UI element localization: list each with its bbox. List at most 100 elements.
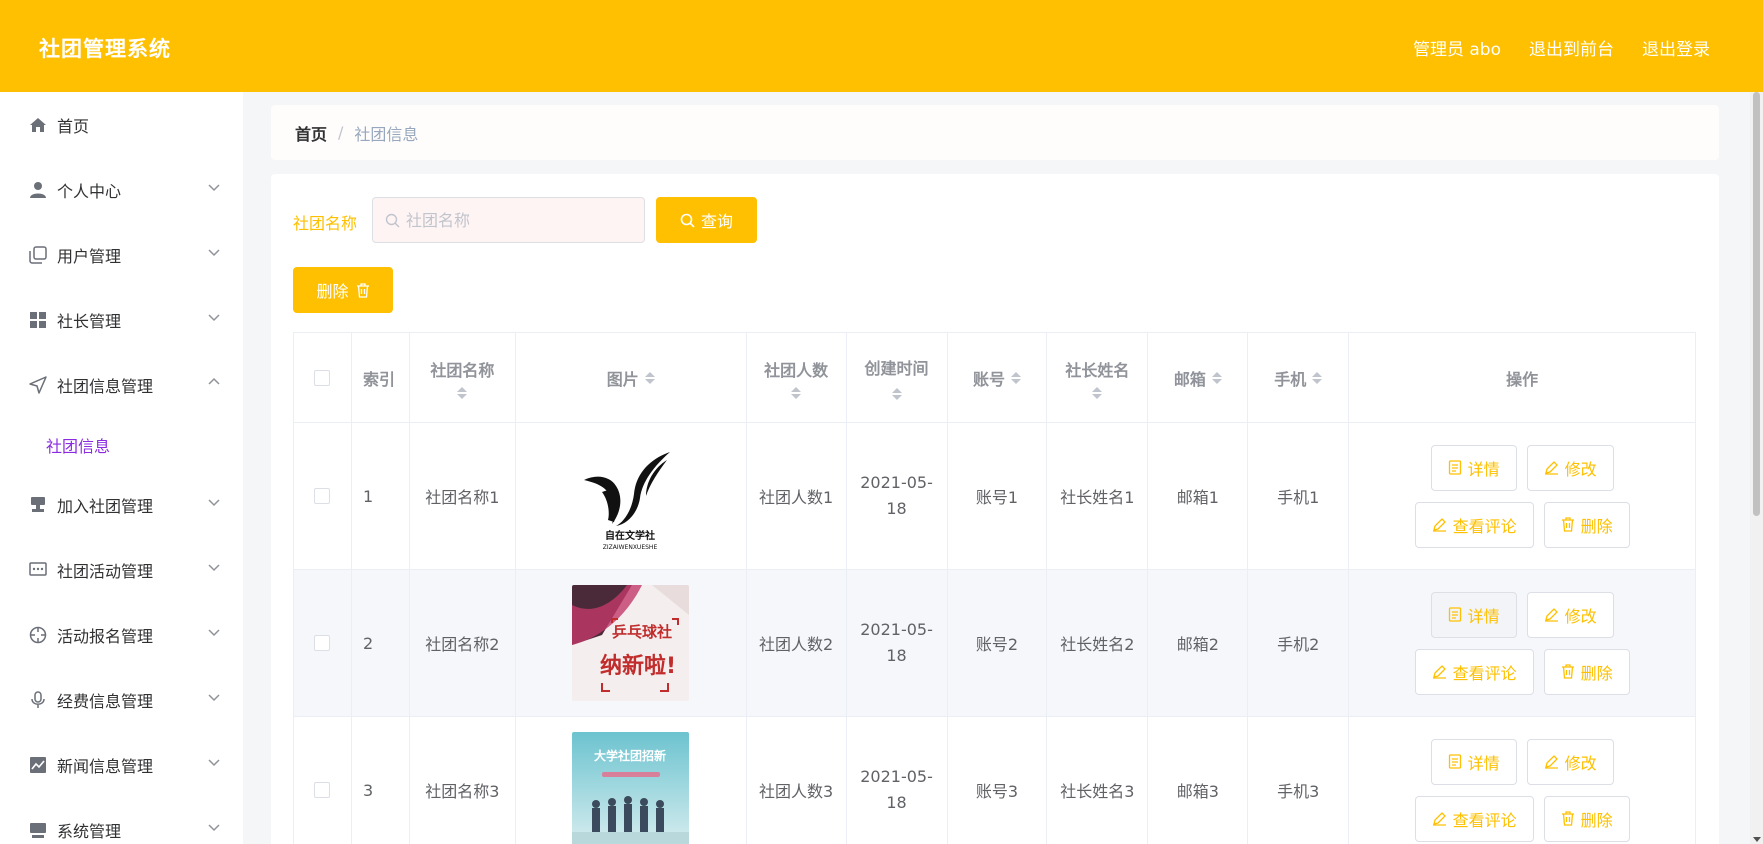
detail-button[interactable]: 详情 — [1430, 444, 1517, 491]
delete-button[interactable]: 删除 — [1543, 501, 1630, 548]
edit-button[interactable]: 修改 — [1526, 444, 1614, 491]
monitor-icon — [28, 820, 47, 839]
detail-button[interactable]: 详情 — [1430, 738, 1517, 785]
header-members[interactable]: 社团人数 — [746, 333, 847, 423]
sort-icon[interactable] — [891, 387, 902, 400]
club-info-table: 索引 社团名称 图片 社团人数 创建时间 账号 社长姓名 邮箱 手机 操作 1 … — [293, 332, 1696, 844]
cell-actions: 详情 修改 查看评论 删除 — [1349, 570, 1696, 717]
row-checkbox[interactable] — [314, 782, 331, 798]
sort-icon[interactable] — [1211, 371, 1222, 384]
edit-button[interactable]: 修改 — [1526, 591, 1614, 638]
cell-index: 2 — [351, 570, 410, 717]
logout-link[interactable]: 退出登录 — [1642, 35, 1710, 60]
cell-email: 邮箱2 — [1148, 570, 1249, 717]
delete-button[interactable]: 删除 — [1543, 795, 1630, 842]
sidebar-item-funding-management[interactable]: 经费信息管理 — [0, 667, 243, 732]
view-comments-button[interactable]: 查看评论 — [1414, 795, 1534, 842]
cell-members: 社团人数2 — [746, 570, 847, 717]
header-phone[interactable]: 手机 — [1248, 333, 1350, 423]
edit-button[interactable]: 修改 — [1526, 738, 1614, 785]
cell-members: 社团人数3 — [747, 717, 847, 844]
edit-icon — [1544, 608, 1558, 622]
sort-icon[interactable] — [644, 371, 655, 384]
document-icon — [1448, 607, 1461, 622]
sidebar-item-news-management[interactable]: 新闻信息管理 — [0, 732, 243, 797]
header-leader-label: 社长姓名 — [1065, 360, 1130, 380]
header-select-all — [294, 333, 352, 423]
view-comments-button[interactable]: 查看评论 — [1414, 501, 1534, 548]
cell-created: 2021-05-18 — [846, 570, 948, 717]
scrollbar-thumb[interactable] — [1753, 92, 1760, 516]
chat-dots-icon — [28, 560, 47, 579]
sidebar: 首页 个人中心 用户管理 社长管理 社团信息管理 社团信息 加入社团管理 社团活… — [0, 92, 243, 844]
image-caption-en: ZIZAIWENXUESHE — [603, 544, 658, 551]
select-all-checkbox[interactable] — [314, 369, 331, 386]
sidebar-subitem-club-info[interactable]: 社团信息 — [0, 417, 243, 472]
main-content: 首页 / 社团信息 社团名称 查询 删除 索引 社团名称 — [243, 92, 1763, 844]
sidebar-item-label: 加入社团管理 — [57, 496, 154, 516]
sort-icon[interactable] — [1092, 386, 1103, 399]
header-club-name[interactable]: 社团名称 — [409, 333, 516, 423]
chevron-down-icon — [208, 184, 220, 192]
grid-icon — [28, 310, 47, 329]
row-checkbox[interactable] — [314, 635, 331, 651]
header-account[interactable]: 账号 — [947, 333, 1048, 423]
row-select-cell — [294, 423, 352, 570]
detail-label: 详情 — [1467, 753, 1500, 773]
document-icon — [1448, 754, 1461, 769]
row-select-cell — [294, 717, 352, 844]
trash-icon — [1561, 664, 1574, 679]
header-email[interactable]: 邮箱 — [1148, 333, 1249, 423]
sidebar-item-club-activity-management[interactable]: 社团活动管理 — [0, 537, 243, 602]
breadcrumb-home[interactable]: 首页 — [295, 121, 327, 145]
sidebar-item-join-club-management[interactable]: 加入社团管理 — [0, 472, 243, 537]
header-created-label: 创建时间 — [864, 358, 929, 378]
view-comments-button[interactable]: 查看评论 — [1414, 648, 1534, 695]
chevron-down-icon — [208, 499, 220, 507]
search-input[interactable] — [406, 210, 626, 230]
edit-icon — [1432, 518, 1446, 532]
delete-label: 删除 — [1580, 516, 1613, 536]
delete-label: 删除 — [1580, 810, 1613, 830]
exit-to-frontend-link[interactable]: 退出到前台 — [1529, 35, 1614, 60]
row-checkbox[interactable] — [314, 488, 331, 504]
sidebar-item-personal-center[interactable]: 个人中心 — [0, 157, 243, 222]
header-index-label: 索引 — [362, 369, 395, 389]
header-account-label: 账号 — [972, 369, 1005, 389]
cell-account: 账号2 — [947, 570, 1048, 717]
query-button[interactable]: 查询 — [656, 197, 757, 243]
admin-user-link[interactable]: 管理员 abo — [1413, 35, 1501, 60]
created-value: 2021-05-18 — [860, 767, 933, 812]
sidebar-item-user-management[interactable]: 用户管理 — [0, 222, 243, 287]
chevron-down-icon — [208, 824, 220, 832]
sort-icon[interactable] — [1010, 371, 1021, 384]
sidebar-item-leader-management[interactable]: 社长管理 — [0, 287, 243, 352]
edit-label: 修改 — [1564, 753, 1597, 773]
cell-members: 社团人数1 — [746, 423, 847, 570]
batch-delete-button[interactable]: 删除 — [293, 267, 393, 313]
edit-label: 修改 — [1564, 459, 1597, 479]
crosshair-icon — [28, 625, 47, 644]
scroll-down-arrow-icon[interactable] — [1753, 837, 1761, 842]
sidebar-item-activity-signup-management[interactable]: 活动报名管理 — [0, 602, 243, 667]
header-image[interactable]: 图片 — [515, 333, 747, 423]
search-icon — [680, 213, 695, 228]
detail-button[interactable]: 详情 — [1430, 591, 1517, 638]
header-index: 索引 — [351, 333, 410, 423]
sidebar-item-club-info-management[interactable]: 社团信息管理 — [0, 352, 243, 417]
sort-icon[interactable] — [1312, 371, 1323, 384]
sidebar-item-system-management[interactable]: 系统管理 — [0, 797, 243, 844]
search-box — [372, 197, 645, 243]
user-icon — [28, 180, 47, 199]
sort-icon[interactable] — [457, 386, 468, 399]
sidebar-item-home[interactable]: 首页 — [0, 92, 243, 157]
copy-icon — [28, 245, 47, 264]
delete-button[interactable]: 删除 — [1543, 648, 1630, 695]
page-scrollbar[interactable] — [1750, 92, 1763, 844]
cell-account: 账号3 — [948, 717, 1048, 844]
header-leader-name[interactable]: 社长姓名 — [1047, 333, 1149, 423]
sort-icon[interactable] — [791, 386, 802, 399]
search-icon — [385, 213, 400, 227]
chevron-down-icon — [208, 694, 220, 702]
header-created-time[interactable]: 创建时间 — [846, 333, 948, 423]
